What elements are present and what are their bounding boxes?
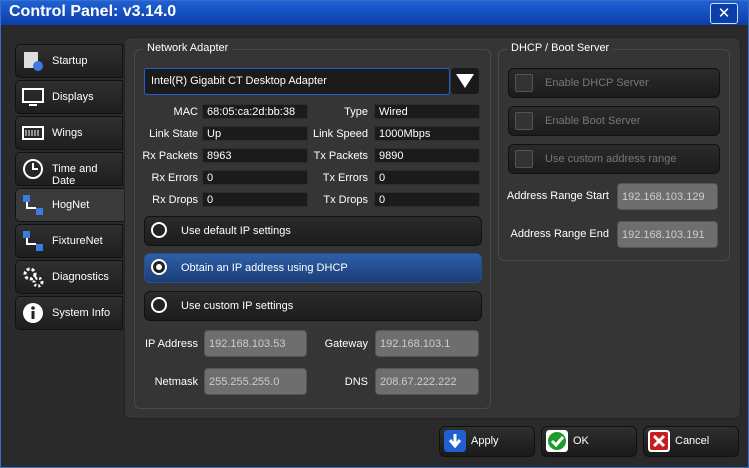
range-start-label: Address Range Start	[506, 190, 609, 202]
option-label: Obtain an IP address using DHCP	[181, 262, 348, 274]
tab-label: Displays	[52, 91, 94, 103]
tab-label: FixtureNet	[52, 235, 103, 247]
tab-startup[interactable]: Startup	[15, 44, 123, 78]
radio-button	[151, 297, 167, 313]
radio-button	[151, 259, 167, 275]
tx-packets-value: 9890	[374, 148, 480, 163]
cancel-label: Cancel	[675, 435, 710, 447]
option-custom-ip[interactable]: Use custom IP settings	[144, 291, 482, 321]
cancel-icon	[648, 430, 670, 452]
tx-drops-label: Tx Drops	[323, 194, 368, 206]
enable-boot-server-checkbox[interactable]: Enable Boot Server	[508, 106, 720, 136]
rx-errors-label: Rx Errors	[151, 172, 198, 184]
custom-address-range-checkbox[interactable]: Use custom address range	[508, 144, 720, 174]
tab-hognet[interactable]: HogNet	[15, 188, 126, 222]
apply-button[interactable]: Apply	[439, 426, 535, 457]
link-speed-value: 1000Mbps	[374, 126, 480, 141]
ok-button[interactable]: OK	[541, 426, 637, 457]
cancel-button[interactable]: Cancel	[643, 426, 739, 457]
rx-packets-label: Rx Packets	[142, 150, 198, 162]
arrow-down-icon	[444, 430, 466, 452]
adapter-dropdown-button[interactable]	[451, 68, 479, 94]
checkbox-label: Use custom address range	[545, 153, 677, 165]
checkbox	[515, 112, 533, 130]
checkbox-label: Enable DHCP Server	[545, 77, 649, 89]
group-title: DHCP / Boot Server	[507, 42, 614, 54]
tx-drops-value: 0	[374, 192, 480, 207]
gateway-field[interactable]: 192.168.103.1	[375, 330, 479, 357]
netmask-field[interactable]: 255.255.255.0	[204, 368, 307, 395]
close-button[interactable]: ✕	[710, 3, 738, 24]
gear-icon	[23, 267, 44, 288]
link-state-label: Link State	[149, 128, 198, 140]
option-default-ip[interactable]: Use default IP settings	[144, 216, 482, 246]
adapter-select-value: Intel(R) Gigabit CT Desktop Adapter	[151, 75, 327, 87]
checkbox	[515, 74, 533, 92]
tab-time-and-date[interactable]: Time and Date	[15, 152, 123, 187]
network-icon	[23, 231, 43, 251]
tab-label: HogNet	[52, 199, 90, 211]
enable-dhcp-server-checkbox[interactable]: Enable DHCP Server	[508, 68, 720, 98]
rx-packets-value: 8963	[202, 148, 308, 163]
network-icon	[23, 195, 43, 215]
mac-label: MAC	[173, 106, 198, 118]
dns-field[interactable]: 208.67.222.222	[375, 368, 479, 395]
tab-label: Time and Date	[52, 163, 98, 187]
ip-address-field[interactable]: 192.168.103.53	[204, 330, 307, 357]
radio-button	[151, 222, 167, 238]
startup-icon	[24, 52, 43, 71]
rx-drops-label: Rx Drops	[152, 194, 198, 206]
tab-label: System Info	[52, 307, 111, 319]
tab-wings[interactable]: Wings	[15, 116, 123, 150]
title-bar: Control Panel: v3.14.0 ✕	[1, 1, 748, 25]
sidebar-tabs: Startup Displays Wings Time and Date Hog…	[15, 44, 126, 332]
checkmark-icon	[546, 430, 568, 452]
tab-system-info[interactable]: System Info	[15, 296, 123, 330]
tab-diagnostics[interactable]: Diagnostics	[15, 260, 123, 294]
tab-displays[interactable]: Displays	[15, 80, 123, 114]
netmask-label: Netmask	[154, 376, 198, 388]
option-label: Use default IP settings	[181, 225, 291, 237]
checkbox-label: Enable Boot Server	[545, 115, 641, 127]
ok-label: OK	[573, 435, 589, 447]
gateway-label: Gateway	[324, 338, 368, 350]
link-speed-label: Link Speed	[312, 128, 368, 140]
ip-address-label: IP Address	[145, 338, 198, 350]
adapter-select[interactable]: Intel(R) Gigabit CT Desktop Adapter	[144, 68, 450, 95]
clock-icon	[23, 159, 43, 179]
checkbox	[515, 150, 533, 168]
mac-value: 68:05:ca:2d:bb:38	[202, 104, 308, 119]
tab-fixturenet[interactable]: FixtureNet	[15, 224, 123, 258]
tx-errors-label: Tx Errors	[322, 172, 368, 184]
range-end-label: Address Range End	[510, 228, 609, 240]
tx-packets-label: Tx Packets	[313, 150, 368, 162]
rx-errors-value: 0	[202, 170, 308, 185]
tab-label: Startup	[52, 55, 88, 67]
monitor-icon	[22, 88, 44, 106]
tab-label: Diagnostics	[52, 271, 109, 283]
window-title: Control Panel: v3.14.0	[9, 3, 177, 20]
type-value: Wired	[374, 104, 480, 119]
group-title: Network Adapter	[143, 42, 233, 54]
tab-label: Wings	[52, 127, 83, 139]
option-dhcp[interactable]: Obtain an IP address using DHCP	[144, 253, 482, 283]
range-start-field[interactable]: 192.168.103.129	[617, 183, 718, 210]
close-icon: ✕	[717, 5, 731, 22]
type-label: Type	[344, 106, 368, 118]
dns-label: DNS	[344, 376, 368, 388]
apply-label: Apply	[471, 435, 499, 447]
chevron-down-icon	[456, 74, 474, 88]
rx-drops-value: 0	[202, 192, 308, 207]
option-label: Use custom IP settings	[181, 300, 294, 312]
info-icon	[23, 303, 43, 323]
tx-errors-value: 0	[374, 170, 480, 185]
control-panel-window: Control Panel: v3.14.0 ✕ Startup Display…	[0, 0, 749, 468]
wing-icon	[22, 126, 44, 140]
range-end-field[interactable]: 192.168.103.191	[617, 221, 718, 248]
link-state-value: Up	[202, 126, 308, 141]
